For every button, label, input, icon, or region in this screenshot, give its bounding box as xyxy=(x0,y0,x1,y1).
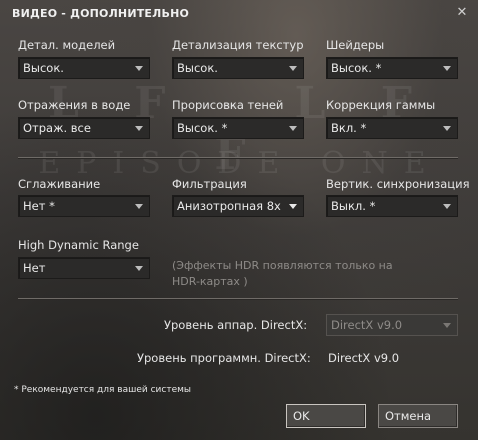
antialiasing-label: Сглаживание xyxy=(18,177,101,191)
gamma-value: Вкл. * xyxy=(331,121,367,135)
shadow-detail-select[interactable]: Высок. * xyxy=(172,117,304,139)
shaders-value: Высок. * xyxy=(331,61,382,75)
texture-detail-select[interactable]: Высок. xyxy=(172,57,304,79)
divider xyxy=(18,157,458,159)
ok-button[interactable]: OK xyxy=(286,404,366,428)
window-title: ВИДЕО - ДОПОЛНИТЕЛЬНО xyxy=(12,7,190,20)
model-detail-value: Высок. xyxy=(23,61,64,75)
filtering-value: Анизотропная 8x xyxy=(177,199,281,213)
shaders-label: Шейдеры xyxy=(326,38,385,52)
model-detail-label: Детал. моделей xyxy=(18,38,116,52)
hardware-directx-value: DirectX v9.0 xyxy=(331,318,403,332)
ok-button-label: OK xyxy=(293,409,310,423)
water-reflections-select[interactable]: Отраж. все xyxy=(18,117,150,139)
cancel-button[interactable]: Отмена xyxy=(378,404,458,428)
hdr-note-line1: (Эффекты HDR появляются только на xyxy=(172,259,393,272)
vsync-value: Выкл. * xyxy=(331,199,376,213)
hdr-value: Нет xyxy=(23,261,46,275)
chevron-down-icon xyxy=(443,323,451,328)
chevron-down-icon xyxy=(135,266,143,271)
chevron-down-icon xyxy=(289,126,297,131)
chevron-down-icon xyxy=(289,204,297,209)
recommended-footnote: * Рекомендуется для вашей системы xyxy=(14,385,192,395)
chevron-down-icon xyxy=(289,66,297,71)
hdr-label: High Dynamic Range xyxy=(18,238,139,252)
shaders-select[interactable]: Высок. * xyxy=(326,57,458,79)
chevron-down-icon xyxy=(135,204,143,209)
model-detail-select[interactable]: Высок. xyxy=(18,57,150,79)
hdr-select[interactable]: Нет xyxy=(18,257,150,279)
water-reflections-value: Отраж. все xyxy=(23,121,91,135)
chevron-down-icon xyxy=(443,126,451,131)
chevron-down-icon xyxy=(443,204,451,209)
shadow-detail-value: Высок. * xyxy=(177,121,228,135)
water-reflections-label: Отражения в воде xyxy=(18,98,131,112)
gamma-select[interactable]: Вкл. * xyxy=(326,117,458,139)
software-directx-label: Уровень программн. DirectX: xyxy=(137,351,311,365)
gamma-label: Коррекция гаммы xyxy=(326,98,436,112)
chevron-down-icon xyxy=(443,66,451,71)
filtering-select[interactable]: Анизотропная 8x xyxy=(172,195,304,217)
chevron-down-icon xyxy=(135,126,143,131)
filtering-label: Фильтрация xyxy=(172,177,247,191)
antialiasing-select[interactable]: Нет * xyxy=(18,195,150,217)
cancel-button-label: Отмена xyxy=(385,409,432,423)
chevron-down-icon xyxy=(135,66,143,71)
texture-detail-value: Высок. xyxy=(177,61,218,75)
background-logo-subtitle: EPISODE ONE xyxy=(38,146,442,181)
hardware-directx-select[interactable]: DirectX v9.0 xyxy=(326,314,458,336)
hardware-directx-label: Уровень аппар. DirectX: xyxy=(164,318,308,332)
texture-detail-label: Детализация текстур xyxy=(172,38,304,52)
vsync-label: Вертик. синхронизация xyxy=(326,177,470,191)
antialiasing-value: Нет * xyxy=(23,199,55,213)
shadow-detail-label: Прорисовка теней xyxy=(172,98,284,112)
divider xyxy=(18,298,458,300)
hdr-note-line2: HDR-картах ) xyxy=(172,275,248,288)
software-directx-value: DirectX v9.0 xyxy=(328,351,400,365)
close-icon[interactable]: ✕ xyxy=(455,6,469,20)
vsync-select[interactable]: Выкл. * xyxy=(326,195,458,217)
